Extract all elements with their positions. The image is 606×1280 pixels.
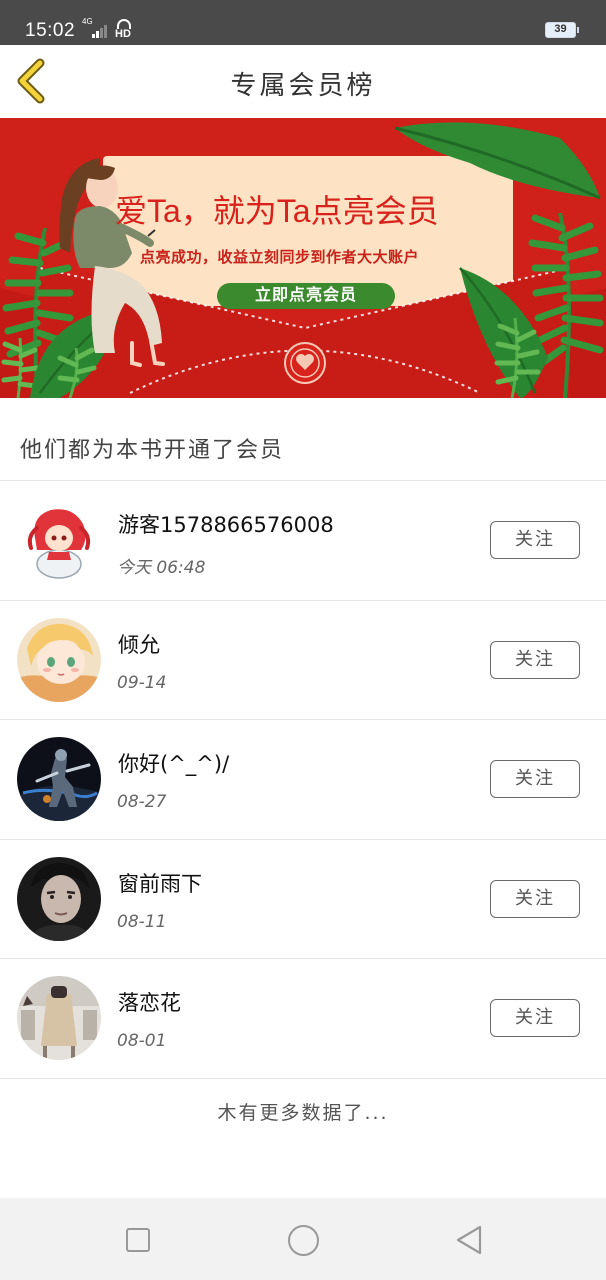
member-row[interactable]: 游客1578866576008 今天 06:48 关注: [0, 481, 606, 600]
avatar[interactable]: [17, 498, 101, 582]
signal-icon: [92, 22, 110, 38]
status-bar: 15:02 4G HD 39: [0, 0, 606, 45]
home-icon[interactable]: [288, 1225, 319, 1256]
follow-button[interactable]: 关注: [490, 641, 580, 679]
member-name: 窗前雨下: [118, 872, 202, 896]
banner-subtitle: 点亮成功，收益立刻同步到作者大大账户: [140, 249, 420, 266]
member-name: 你好(^_^)/: [118, 752, 230, 776]
member-time: 08-01: [117, 1031, 167, 1051]
recent-apps-icon[interactable]: [126, 1228, 150, 1252]
light-up-membership-button[interactable]: 立即点亮会员: [217, 283, 395, 309]
battery-level: 39: [554, 23, 567, 35]
follow-button[interactable]: 关注: [490, 760, 580, 798]
member-time: 09-14: [117, 673, 167, 693]
portrait-man-avatar-image: [17, 857, 101, 941]
status-time: 15:02: [25, 20, 76, 41]
follow-button[interactable]: 关注: [490, 880, 580, 918]
member-time: 今天 06:48: [117, 558, 206, 578]
member-time: 08-11: [117, 912, 167, 932]
follow-button[interactable]: 关注: [490, 521, 580, 559]
member-row[interactable]: 你好(^_^)/ 08-27 关注: [0, 720, 606, 839]
page-header: 专属会员榜: [0, 45, 606, 118]
anime-blonde-avatar-image: [17, 618, 101, 702]
follow-button[interactable]: 关注: [490, 999, 580, 1037]
system-nav-bar: [0, 1198, 606, 1280]
promo-banner[interactable]: 爱Ta，就为Ta点亮会员 点亮成功，收益立刻同步到作者大大账户 立即点亮会员: [0, 118, 606, 398]
member-name: 倾允: [118, 633, 160, 657]
member-name: 游客1578866576008: [118, 513, 334, 537]
cartoon-redhair-avatar-image: [17, 498, 101, 582]
member-row[interactable]: 落恋花 08-01 关注: [0, 959, 606, 1078]
no-more-data-text: 木有更多数据了...: [217, 1102, 389, 1124]
avatar[interactable]: [17, 737, 101, 821]
page-title: 专属会员榜: [230, 71, 376, 101]
hd-call-icon: HD: [114, 19, 134, 40]
banner-headline: 爱Ta，就为Ta点亮会员: [115, 193, 439, 229]
avatar[interactable]: [17, 976, 101, 1060]
avatar[interactable]: [17, 618, 101, 702]
back-icon[interactable]: [454, 1224, 484, 1256]
member-name: 落恋花: [118, 991, 181, 1015]
game-warrior-avatar-image: [17, 737, 101, 821]
divider: [0, 1078, 606, 1079]
member-time: 08-27: [117, 792, 167, 812]
avatar[interactable]: [17, 857, 101, 941]
member-row[interactable]: 倾允 09-14 关注: [0, 601, 606, 720]
fashion-photo-avatar-image: [17, 976, 101, 1060]
member-row[interactable]: 窗前雨下 08-11 关注: [0, 840, 606, 959]
hd-label: HD: [115, 28, 131, 40]
battery-icon: 39: [545, 22, 579, 38]
section-title: 他们都为本书开通了会员: [20, 438, 285, 463]
